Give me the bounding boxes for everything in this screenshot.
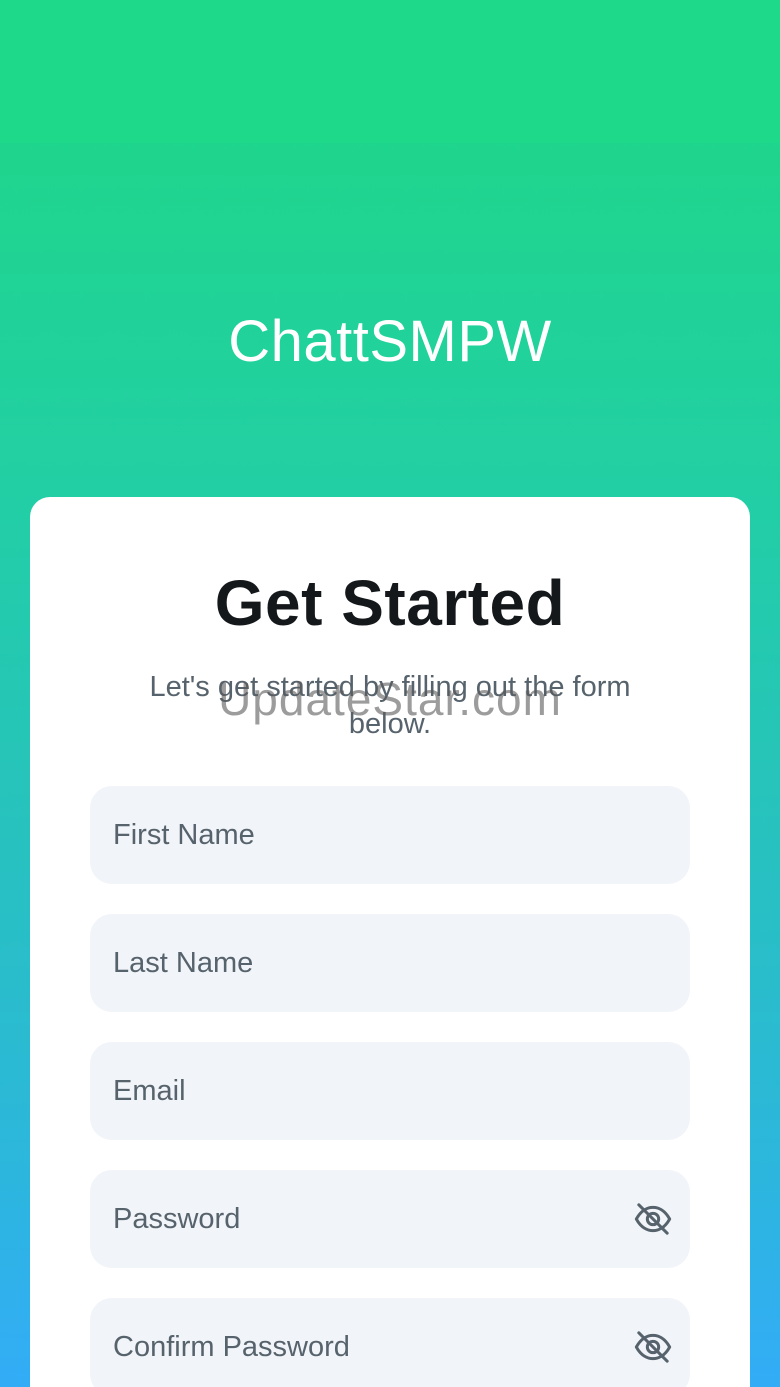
last-name-input[interactable] — [90, 914, 690, 1012]
last-name-field[interactable] — [90, 914, 690, 1012]
confirm-password-field[interactable] — [90, 1298, 690, 1387]
app-title: ChattSMPW — [228, 309, 552, 374]
email-input[interactable] — [90, 1042, 690, 1140]
password-field[interactable] — [90, 1170, 690, 1268]
eye-off-icon[interactable] — [632, 1327, 674, 1367]
page-subtitle: Let's get started by filling out the for… — [149, 671, 631, 740]
email-field[interactable] — [90, 1042, 690, 1140]
first-name-input[interactable] — [90, 786, 690, 884]
status-bar-area — [0, 0, 780, 143]
password-input[interactable] — [90, 1170, 690, 1268]
eye-off-icon[interactable] — [632, 1199, 674, 1239]
page-title: Get Started — [214, 567, 566, 639]
confirm-password-input[interactable] — [90, 1298, 690, 1387]
first-name-field[interactable] — [90, 786, 690, 884]
